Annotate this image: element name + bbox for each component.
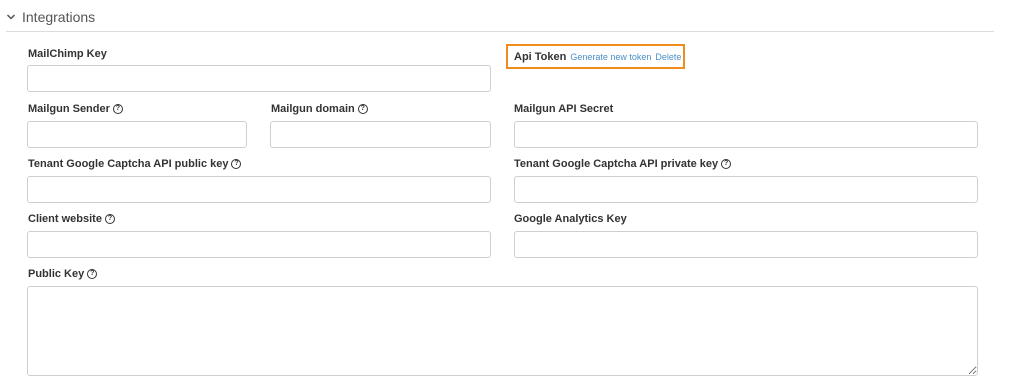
mailgun-domain-input[interactable]	[270, 121, 491, 148]
client-website-input[interactable]	[27, 231, 491, 258]
delete-token-link[interactable]: Delete	[655, 52, 681, 62]
generate-token-link[interactable]: Generate new token	[570, 52, 651, 62]
mailgun-sender-input[interactable]	[27, 121, 247, 148]
client-website-label-text: Client website	[28, 213, 102, 225]
api-token-highlight: Api Token Generate new token Delete	[506, 44, 685, 69]
captcha-public-input[interactable]	[27, 176, 491, 203]
captcha-public-label: Tenant Google Captcha API public key ?	[28, 158, 242, 170]
chevron-down-icon	[6, 14, 16, 20]
help-circle-icon[interactable]: ?	[87, 269, 98, 279]
captcha-private-label: Tenant Google Captcha API private key ?	[514, 158, 732, 170]
help-circle-icon[interactable]: ?	[104, 214, 115, 224]
google-analytics-label: Google Analytics Key	[514, 213, 627, 225]
mailgun-api-secret-label: Mailgun API Secret	[514, 103, 613, 115]
section-title: Integrations	[22, 9, 96, 25]
public-key-label-text: Public Key	[28, 268, 85, 280]
mailgun-sender-label: Mailgun Sender ?	[28, 103, 123, 115]
mailgun-domain-label-text: Mailgun domain	[271, 103, 355, 115]
help-circle-icon[interactable]: ?	[721, 159, 732, 169]
mailgun-sender-label-text: Mailgun Sender	[28, 103, 110, 115]
google-analytics-label-text: Google Analytics Key	[514, 213, 627, 225]
api-token-label: Api Token	[514, 50, 567, 63]
section-divider	[6, 31, 994, 32]
client-website-label: Client website ?	[28, 213, 115, 225]
mailchimp-key-label: MailChimp Key	[28, 48, 107, 60]
public-key-textarea[interactable]	[27, 286, 978, 376]
mailchimp-key-input[interactable]	[27, 65, 491, 92]
help-circle-icon[interactable]: ?	[231, 159, 242, 169]
mailgun-api-secret-input[interactable]	[514, 121, 978, 148]
google-analytics-input[interactable]	[514, 231, 978, 258]
captcha-private-label-text: Tenant Google Captcha API private key	[514, 158, 719, 170]
integrations-section-toggle[interactable]: Integrations	[6, 6, 95, 28]
public-key-label: Public Key ?	[28, 268, 98, 280]
mailgun-domain-label: Mailgun domain ?	[271, 103, 368, 115]
captcha-private-input[interactable]	[514, 176, 978, 203]
captcha-public-label-text: Tenant Google Captcha API public key	[28, 158, 229, 170]
help-circle-icon[interactable]: ?	[112, 104, 123, 114]
mailgun-api-secret-label-text: Mailgun API Secret	[514, 103, 614, 115]
help-circle-icon[interactable]: ?	[357, 104, 368, 114]
mailchimp-key-label-text: MailChimp Key	[28, 48, 107, 60]
